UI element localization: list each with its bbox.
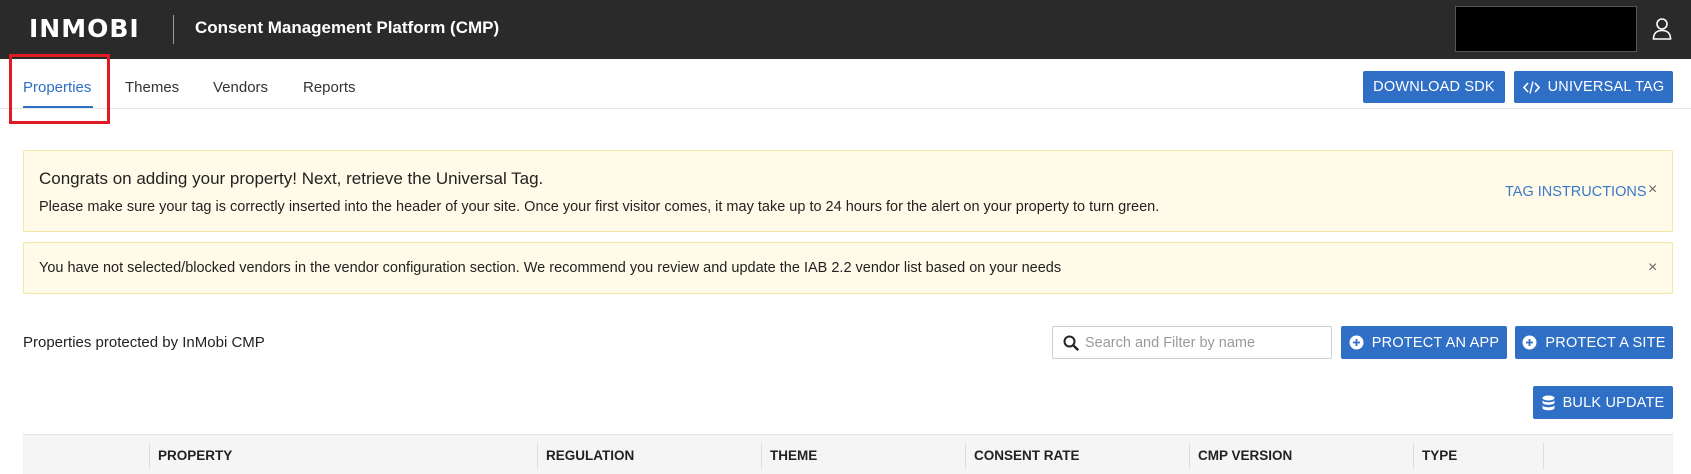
- plus-circle-icon: [1349, 335, 1364, 350]
- universal-tag-label: UNIVERSAL TAG: [1547, 79, 1665, 95]
- tab-vendors[interactable]: Vendors: [213, 79, 268, 96]
- search-icon: [1063, 335, 1079, 351]
- properties-table-header: PROPERTY REGULATION THEME CONSENT RATE C…: [23, 434, 1673, 474]
- close-icon[interactable]: ×: [1648, 259, 1657, 277]
- alert-text: You have not selected/blocked vendors in…: [39, 260, 1062, 276]
- user-icon[interactable]: [1652, 18, 1672, 40]
- alert-text: Please make sure your tag is correctly i…: [39, 199, 1160, 215]
- tab-themes[interactable]: Themes: [125, 79, 179, 96]
- vendor-config-alert: You have not selected/blocked vendors in…: [23, 242, 1673, 294]
- column-header-consent-rate[interactable]: CONSENT RATE: [965, 443, 1189, 469]
- universal-tag-button[interactable]: UNIVERSAL TAG: [1514, 71, 1673, 103]
- column-header-type[interactable]: TYPE: [1413, 443, 1543, 469]
- inmobi-logo[interactable]: INMOBI: [29, 14, 140, 43]
- plus-circle-icon: [1522, 335, 1537, 350]
- column-header-property[interactable]: PROPERTY: [149, 443, 537, 469]
- column-header-regulation[interactable]: REGULATION: [537, 443, 761, 469]
- logo-divider: [173, 15, 174, 44]
- column-header-theme[interactable]: THEME: [761, 443, 965, 469]
- tag-instructions-link[interactable]: TAG INSTRUCTIONS: [1505, 184, 1647, 200]
- close-icon[interactable]: ×: [1648, 181, 1657, 199]
- alert-title: Congrats on adding your property! Next, …: [39, 169, 544, 188]
- protect-app-button[interactable]: PROTECT AN APP: [1341, 326, 1507, 359]
- download-sdk-label: DOWNLOAD SDK: [1373, 79, 1495, 95]
- protect-site-button[interactable]: PROTECT A SITE: [1515, 326, 1673, 359]
- tab-reports[interactable]: Reports: [303, 79, 356, 96]
- download-sdk-button[interactable]: DOWNLOAD SDK: [1363, 71, 1505, 103]
- bulk-update-label: BULK UPDATE: [1562, 394, 1665, 411]
- highlight-annotation-box: [9, 54, 110, 124]
- protect-site-label: PROTECT A SITE: [1545, 334, 1666, 351]
- search-box: [1052, 326, 1332, 359]
- search-input[interactable]: [1085, 327, 1325, 358]
- universal-tag-alert: Congrats on adding your property! Next, …: [23, 150, 1673, 232]
- code-icon: [1522, 80, 1540, 94]
- column-header-actions: [1543, 443, 1673, 469]
- column-header-cmp-version[interactable]: CMP VERSION: [1189, 443, 1413, 469]
- bulk-update-button[interactable]: BULK UPDATE: [1533, 386, 1673, 419]
- top-bar: INMOBI Consent Management Platform (CMP): [0, 0, 1691, 59]
- protect-app-label: PROTECT AN APP: [1371, 334, 1500, 351]
- database-icon: [1542, 395, 1555, 410]
- app-title: Consent Management Platform (CMP): [195, 18, 500, 37]
- properties-section-label: Properties protected by InMobi CMP: [23, 334, 265, 351]
- account-name-redacted[interactable]: [1455, 6, 1637, 52]
